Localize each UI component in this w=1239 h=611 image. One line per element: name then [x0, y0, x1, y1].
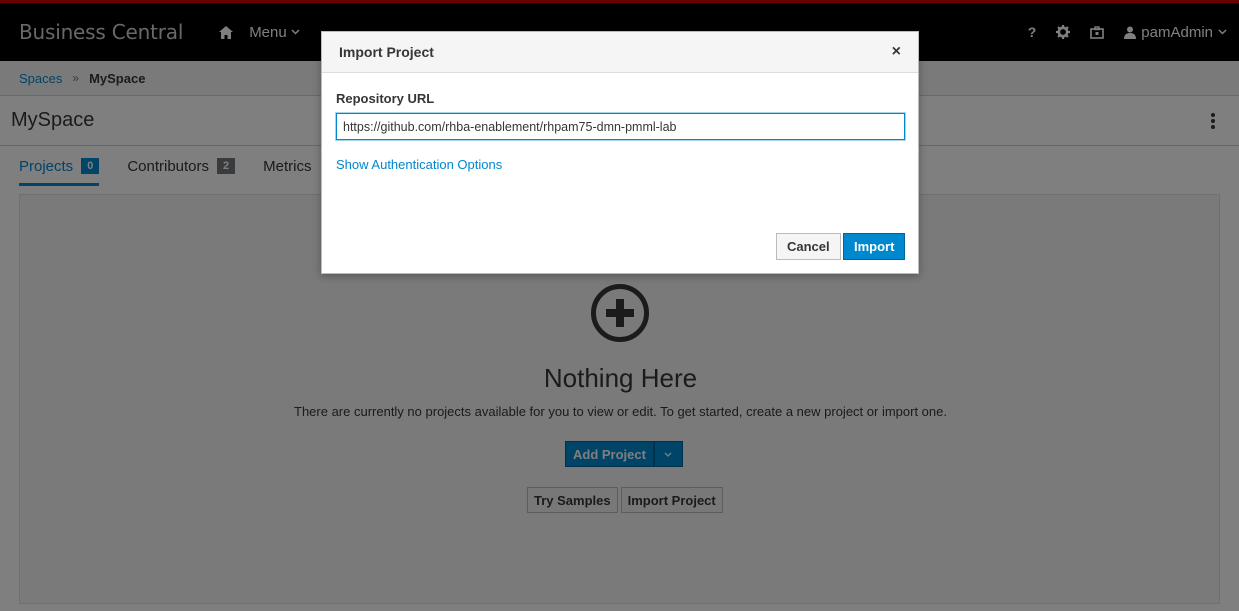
- import-project-dialog: Import Project × Repository URL Show Aut…: [321, 31, 919, 274]
- show-auth-options-link[interactable]: Show Authentication Options: [336, 157, 502, 172]
- cancel-button[interactable]: Cancel: [776, 233, 841, 260]
- import-button[interactable]: Import: [843, 233, 906, 260]
- repository-url-input[interactable]: [336, 113, 905, 140]
- dialog-header: Import Project ×: [322, 32, 918, 73]
- close-icon[interactable]: ×: [892, 43, 901, 61]
- dialog-title: Import Project: [339, 44, 434, 60]
- repository-url-label: Repository URL: [336, 91, 435, 106]
